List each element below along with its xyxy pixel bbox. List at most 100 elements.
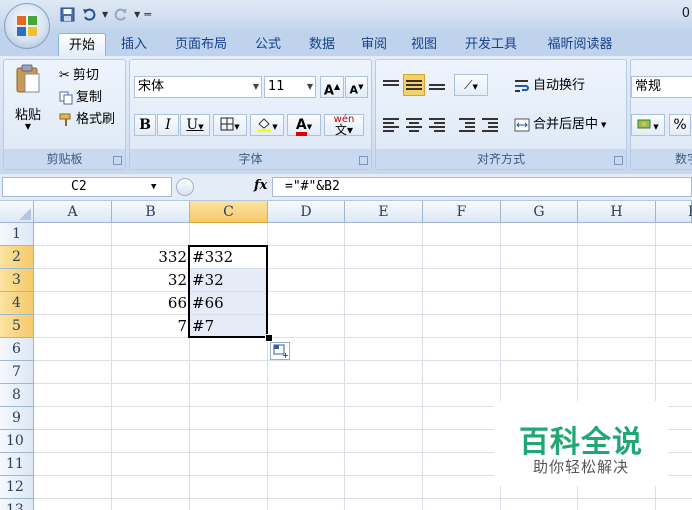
undo-dropdown-icon[interactable]: ▼: [102, 10, 108, 19]
grid-cell[interactable]: [345, 361, 423, 384]
percent-button[interactable]: %: [669, 114, 691, 136]
redo-dropdown-icon[interactable]: ▼: [134, 10, 140, 19]
grid-cell[interactable]: [501, 223, 578, 246]
save-icon[interactable]: [58, 5, 76, 23]
grid-cell[interactable]: [112, 223, 190, 246]
grid-cell[interactable]: [423, 499, 501, 510]
grid-cell[interactable]: [34, 292, 112, 315]
grid-cell[interactable]: [345, 246, 423, 269]
cell-b2[interactable]: 332: [112, 246, 190, 269]
undo-icon[interactable]: [80, 5, 98, 23]
grid-cell[interactable]: [656, 292, 692, 315]
row-header-1[interactable]: 1: [0, 223, 34, 246]
grid-cell[interactable]: [112, 430, 190, 453]
grid-cell[interactable]: [34, 223, 112, 246]
grid-cell[interactable]: [501, 338, 578, 361]
grid-cell[interactable]: [656, 361, 692, 384]
row-header-2[interactable]: 2: [0, 246, 34, 269]
cancel-entry-icon[interactable]: [176, 178, 194, 196]
grid-cell[interactable]: [656, 223, 692, 246]
column-header-g[interactable]: G: [501, 201, 578, 223]
column-header-c[interactable]: C: [190, 201, 268, 223]
align-center-icon[interactable]: [403, 114, 425, 136]
cell-c3[interactable]: #32: [190, 269, 268, 292]
grid-cell[interactable]: [578, 292, 656, 315]
grid-cell[interactable]: [423, 315, 501, 338]
grid-cell[interactable]: [345, 269, 423, 292]
increase-indent-icon[interactable]: [479, 114, 501, 136]
row-header-12[interactable]: 12: [0, 476, 34, 499]
grid-cell[interactable]: [190, 361, 268, 384]
grid-cell[interactable]: [656, 315, 692, 338]
grid-cell[interactable]: [423, 384, 501, 407]
align-top-icon[interactable]: [380, 74, 402, 96]
font-size-combo[interactable]: 11 ▼: [264, 76, 316, 98]
grid-cell[interactable]: [112, 384, 190, 407]
tab-view[interactable]: 视图: [404, 33, 444, 56]
grid-cell[interactable]: [34, 407, 112, 430]
grid-cell[interactable]: [268, 430, 345, 453]
tab-home[interactable]: 开始: [58, 33, 106, 56]
shrink-font-button[interactable]: A▼: [345, 76, 368, 98]
copy-button[interactable]: 复制: [59, 88, 102, 108]
grid-cell[interactable]: [268, 499, 345, 510]
font-color-button[interactable]: A▼: [287, 114, 321, 136]
grid-cell[interactable]: [190, 476, 268, 499]
accounting-format-button[interactable]: ▼: [631, 114, 665, 136]
auto-fill-options-button[interactable]: +: [270, 342, 290, 360]
row-header-6[interactable]: 6: [0, 338, 34, 361]
formula-input[interactable]: ="#"&B2: [272, 177, 692, 197]
grid-cell[interactable]: [501, 361, 578, 384]
row-header-7[interactable]: 7: [0, 361, 34, 384]
grid-cell[interactable]: [423, 407, 501, 430]
column-header-e[interactable]: E: [345, 201, 423, 223]
grid-cell[interactable]: [423, 430, 501, 453]
chevron-down-icon[interactable]: ▼: [151, 178, 156, 196]
grid-cell[interactable]: [578, 315, 656, 338]
grid-cell[interactable]: [423, 223, 501, 246]
grid-cell[interactable]: [190, 338, 268, 361]
grid-cell[interactable]: [578, 246, 656, 269]
row-header-9[interactable]: 9: [0, 407, 34, 430]
grid-cell[interactable]: [423, 361, 501, 384]
select-all-button[interactable]: [0, 201, 34, 223]
grid-cell[interactable]: [345, 384, 423, 407]
grid-cell[interactable]: [578, 338, 656, 361]
cell-c2[interactable]: #332: [190, 246, 268, 269]
grid-cell[interactable]: [656, 246, 692, 269]
align-right-icon[interactable]: [426, 114, 448, 136]
redo-icon[interactable]: [112, 5, 130, 23]
grid-cell[interactable]: [423, 476, 501, 499]
grid-cell[interactable]: [501, 269, 578, 292]
grid-cell[interactable]: [501, 292, 578, 315]
grid-cell[interactable]: [112, 499, 190, 510]
grid-cell[interactable]: [34, 384, 112, 407]
alignment-dialog-launcher-icon[interactable]: [614, 156, 623, 165]
paste-button[interactable]: 粘贴 ▼: [9, 64, 47, 140]
cut-button[interactable]: ✂ 剪切: [59, 66, 99, 86]
tab-insert[interactable]: 插入: [114, 33, 154, 56]
grid-cell[interactable]: [190, 499, 268, 510]
grid-cell[interactable]: [268, 361, 345, 384]
grid-cell[interactable]: [423, 269, 501, 292]
grid-cell[interactable]: [268, 407, 345, 430]
grid-cell[interactable]: [34, 499, 112, 510]
grid-cell[interactable]: [578, 361, 656, 384]
tab-formulas[interactable]: 公式: [248, 33, 288, 56]
grid-cell[interactable]: [578, 223, 656, 246]
row-header-4[interactable]: 4: [0, 292, 34, 315]
grid-cell[interactable]: [34, 361, 112, 384]
grid-cell[interactable]: [423, 246, 501, 269]
format-painter-button[interactable]: 格式刷: [59, 110, 115, 130]
font-dialog-launcher-icon[interactable]: [359, 156, 368, 165]
row-header-3[interactable]: 3: [0, 269, 34, 292]
grid-cell[interactable]: [268, 476, 345, 499]
grid-cell[interactable]: [190, 407, 268, 430]
cell-b3[interactable]: 32: [112, 269, 190, 292]
grid-cell[interactable]: [112, 361, 190, 384]
font-name-combo[interactable]: 宋体 ▼: [134, 76, 262, 98]
grid-cell[interactable]: [34, 453, 112, 476]
grid-cell[interactable]: [345, 499, 423, 510]
grid-cell[interactable]: [578, 499, 656, 510]
grid-cell[interactable]: [423, 453, 501, 476]
